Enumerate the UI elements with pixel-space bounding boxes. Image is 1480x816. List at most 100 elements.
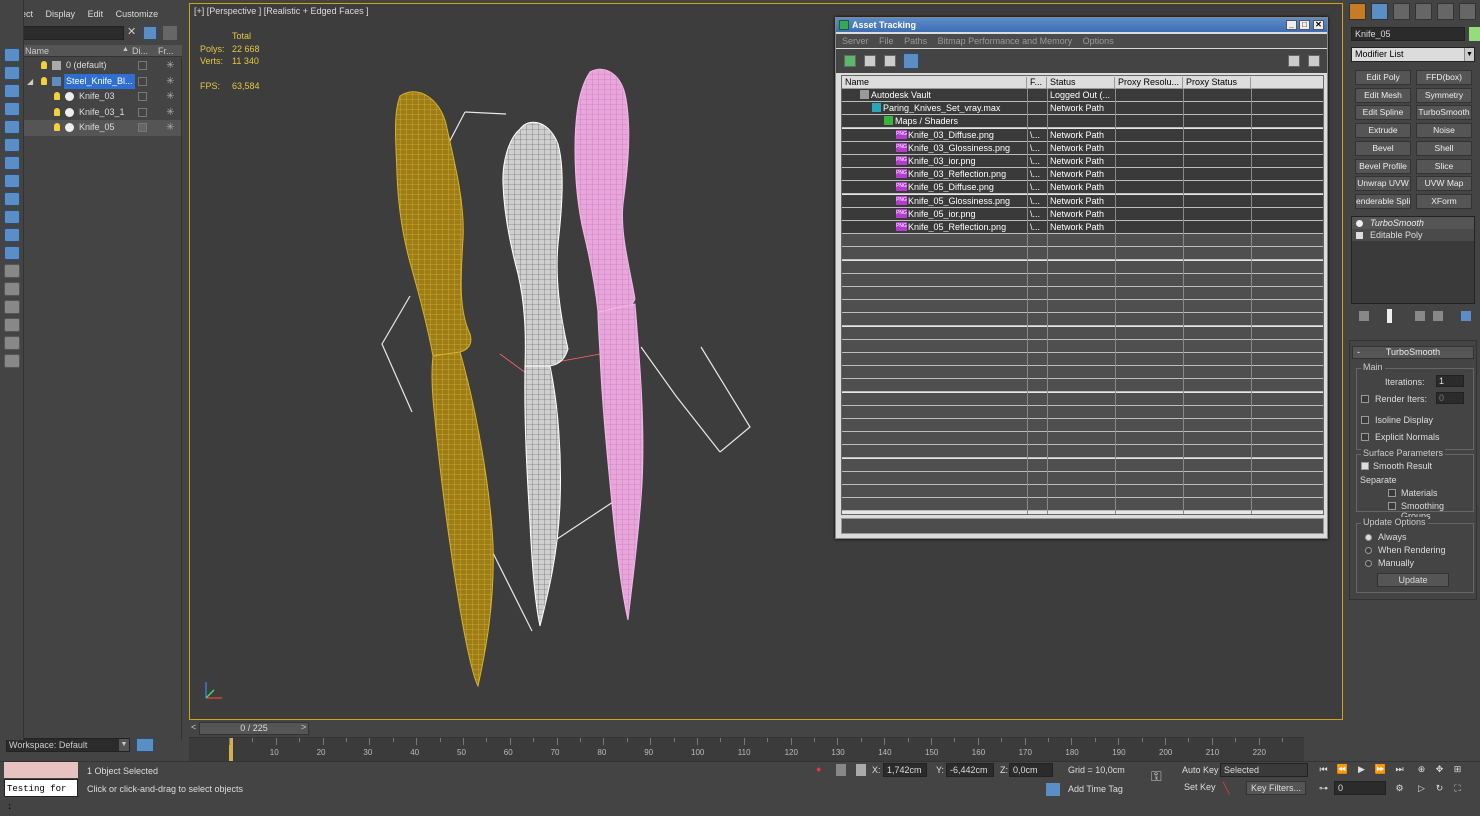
layer-icon[interactable] — [163, 26, 177, 40]
modifier-button[interactable]: Extrude — [1355, 123, 1411, 139]
zoom-extents-icon[interactable]: ⊞ — [1451, 763, 1464, 775]
menu-paths[interactable]: Paths — [904, 36, 927, 46]
explicit-normals-checkbox[interactable] — [1361, 433, 1369, 441]
render-toggle-icon[interactable] — [138, 123, 147, 132]
x-coordinate-field[interactable]: 1,742cm — [883, 763, 927, 777]
filter-funnel-icon[interactable] — [4, 318, 20, 332]
maximize-icon[interactable]: □ — [1299, 20, 1310, 30]
menu-options[interactable]: Options — [1083, 36, 1114, 46]
next-key-icon[interactable]: ⏩ — [1374, 763, 1387, 775]
clear-search-icon[interactable]: ✕ — [127, 25, 136, 38]
workspace-layer-button[interactable] — [136, 738, 154, 752]
column-display[interactable]: Di... — [132, 46, 148, 56]
filter-icon[interactable] — [143, 26, 157, 40]
modifier-button[interactable]: Symmetry — [1416, 87, 1472, 103]
time-slider[interactable]: < 0 / 225 > — [189, 722, 1343, 736]
modifier-button[interactable]: Slice — [1416, 158, 1472, 174]
z-coordinate-field[interactable]: 0,0cm — [1009, 763, 1053, 777]
bulb-icon[interactable] — [1356, 220, 1363, 227]
isoline-display-checkbox[interactable] — [1361, 416, 1369, 424]
modifier-button[interactable]: UVW Map — [1416, 176, 1472, 192]
smoothing-groups-checkbox[interactable] — [1388, 502, 1396, 510]
freeze-icon[interactable]: ✳ — [166, 58, 174, 74]
stack-item-editable-poly[interactable]: Editable Poly — [1352, 229, 1474, 241]
go-to-end-icon[interactable]: ⏭ — [1393, 763, 1406, 775]
display-bones-icon[interactable] — [4, 246, 20, 260]
modifier-list-dropdown[interactable]: Modifier List ▼ — [1351, 47, 1475, 62]
go-to-start-icon[interactable]: ⏮ — [1317, 763, 1330, 775]
modifier-button[interactable]: Edit Spline — [1355, 105, 1411, 121]
time-configuration-icon[interactable]: ⚙ — [1393, 782, 1406, 794]
workspace-dropdown[interactable]: Workspace: Default ▼ — [6, 738, 130, 752]
pan-viewport-icon[interactable]: ✥ — [1433, 763, 1446, 775]
modifier-button[interactable]: Unwrap UVW — [1355, 176, 1411, 192]
modifier-button[interactable]: Bevel — [1355, 140, 1411, 156]
asset-tracking-window[interactable]: Asset Tracking _ □ ✕ Server File Paths B… — [835, 17, 1328, 539]
light-bulb-icon[interactable] — [41, 76, 47, 85]
set-key-button[interactable]: Set Key — [1184, 782, 1216, 792]
modifier-button[interactable]: Edit Poly — [1355, 70, 1411, 85]
close-icon[interactable]: ✕ — [1313, 20, 1324, 30]
isolate-icon[interactable]: ● — [816, 764, 824, 776]
field-of-view-icon[interactable]: ▷ — [1415, 782, 1428, 794]
modifier-button[interactable]: Bevel Profile — [1355, 158, 1411, 174]
modifier-button[interactable]: Noise — [1416, 123, 1472, 139]
asset-tracking-titlebar[interactable]: Asset Tracking _ □ ✕ — [836, 18, 1327, 32]
tree-row-knife-05[interactable]: Knife_05 ✳ — [22, 120, 181, 136]
object-name-field[interactable]: Knife_05 — [1351, 27, 1465, 41]
menu-display[interactable]: Display — [46, 9, 76, 19]
modifier-button[interactable]: Edit Mesh — [1355, 87, 1411, 103]
maximize-viewport-icon[interactable]: ⛶ — [1451, 782, 1464, 794]
knife-white[interactable] — [502, 121, 569, 627]
display-shapes-icon[interactable] — [4, 120, 20, 134]
render-toggle-icon[interactable] — [138, 107, 147, 117]
tree-row-steel-knife-layer[interactable]: ◢ Steel_Knife_Bl... ✳ — [22, 73, 181, 90]
render-iters-spinner[interactable]: 0 — [1436, 392, 1464, 404]
light-bulb-icon[interactable] — [54, 107, 60, 116]
display-helpers-icon[interactable] — [4, 174, 20, 188]
maxscript-listener-input[interactable]: Testing for : — [4, 779, 78, 812]
orbit-icon[interactable]: ↻ — [1433, 782, 1446, 794]
tree-row-knife-03-1[interactable]: Knife_03_1 ✳ — [22, 105, 181, 121]
object-color-swatch[interactable] — [1469, 27, 1480, 41]
key-filters-button[interactable]: Key Filters... — [1246, 781, 1306, 795]
time-slider-thumb[interactable]: 0 / 225 — [199, 722, 309, 735]
tree-row-knife-03[interactable]: Knife_03 ✳ — [22, 89, 181, 105]
display-lights-icon[interactable] — [4, 138, 20, 152]
column-freeze[interactable]: Fr... — [158, 46, 174, 56]
menu-file[interactable]: File — [879, 36, 894, 46]
freeze-icon[interactable]: ✳ — [166, 89, 174, 105]
show-end-result-icon[interactable] — [1387, 309, 1392, 323]
auto-key-button[interactable]: Auto Key — [1182, 765, 1219, 775]
hierarchy-tab-icon[interactable] — [1393, 3, 1410, 20]
iterations-spinner[interactable]: 1 — [1436, 375, 1464, 387]
modifier-button[interactable]: Shell — [1416, 140, 1472, 156]
display-xrefs-icon[interactable] — [4, 228, 20, 242]
pin-stack-icon[interactable] — [1359, 311, 1369, 321]
modifier-button[interactable]: FFD(box) — [1416, 70, 1472, 85]
render-iters-checkbox[interactable] — [1361, 395, 1369, 403]
menu-server[interactable]: Server — [842, 36, 869, 46]
display-groups-icon[interactable] — [4, 210, 20, 224]
table-view-icon[interactable] — [903, 53, 919, 69]
display-hidden-icon[interactable] — [4, 300, 20, 314]
modifier-button[interactable]: enderable Splin — [1355, 193, 1411, 209]
next-frame-icon[interactable]: > — [301, 722, 306, 732]
render-toggle-icon[interactable] — [138, 76, 147, 86]
tree-row-default-layer[interactable]: 0 (default) ✳ — [22, 58, 181, 74]
modifier-button[interactable]: XForm — [1416, 193, 1472, 209]
collapse-icon[interactable]: ◢ — [27, 74, 33, 90]
lock-icon[interactable] — [836, 764, 846, 776]
manually-radio[interactable] — [1365, 560, 1372, 567]
column-full-path[interactable]: F... — [1027, 77, 1047, 89]
add-time-tag-label[interactable]: Add Time Tag — [1068, 784, 1123, 794]
column-name[interactable]: Name — [25, 46, 49, 56]
y-coordinate-field[interactable]: -6,442cm — [946, 763, 994, 777]
freeze-icon[interactable]: ✳ — [166, 105, 174, 121]
track-bar[interactable]: 10 20 30 40 50 60 70 80 90 100 110 120 130 140 150 160 1… — [189, 737, 1304, 762]
when-rendering-radio[interactable] — [1365, 547, 1372, 554]
utilities-tab-icon[interactable] — [1459, 3, 1476, 20]
settings-icon[interactable] — [1308, 55, 1320, 67]
light-bulb-icon[interactable] — [54, 123, 60, 131]
stack-item-turbosmooth[interactable]: TurboSmooth — [1352, 217, 1474, 229]
